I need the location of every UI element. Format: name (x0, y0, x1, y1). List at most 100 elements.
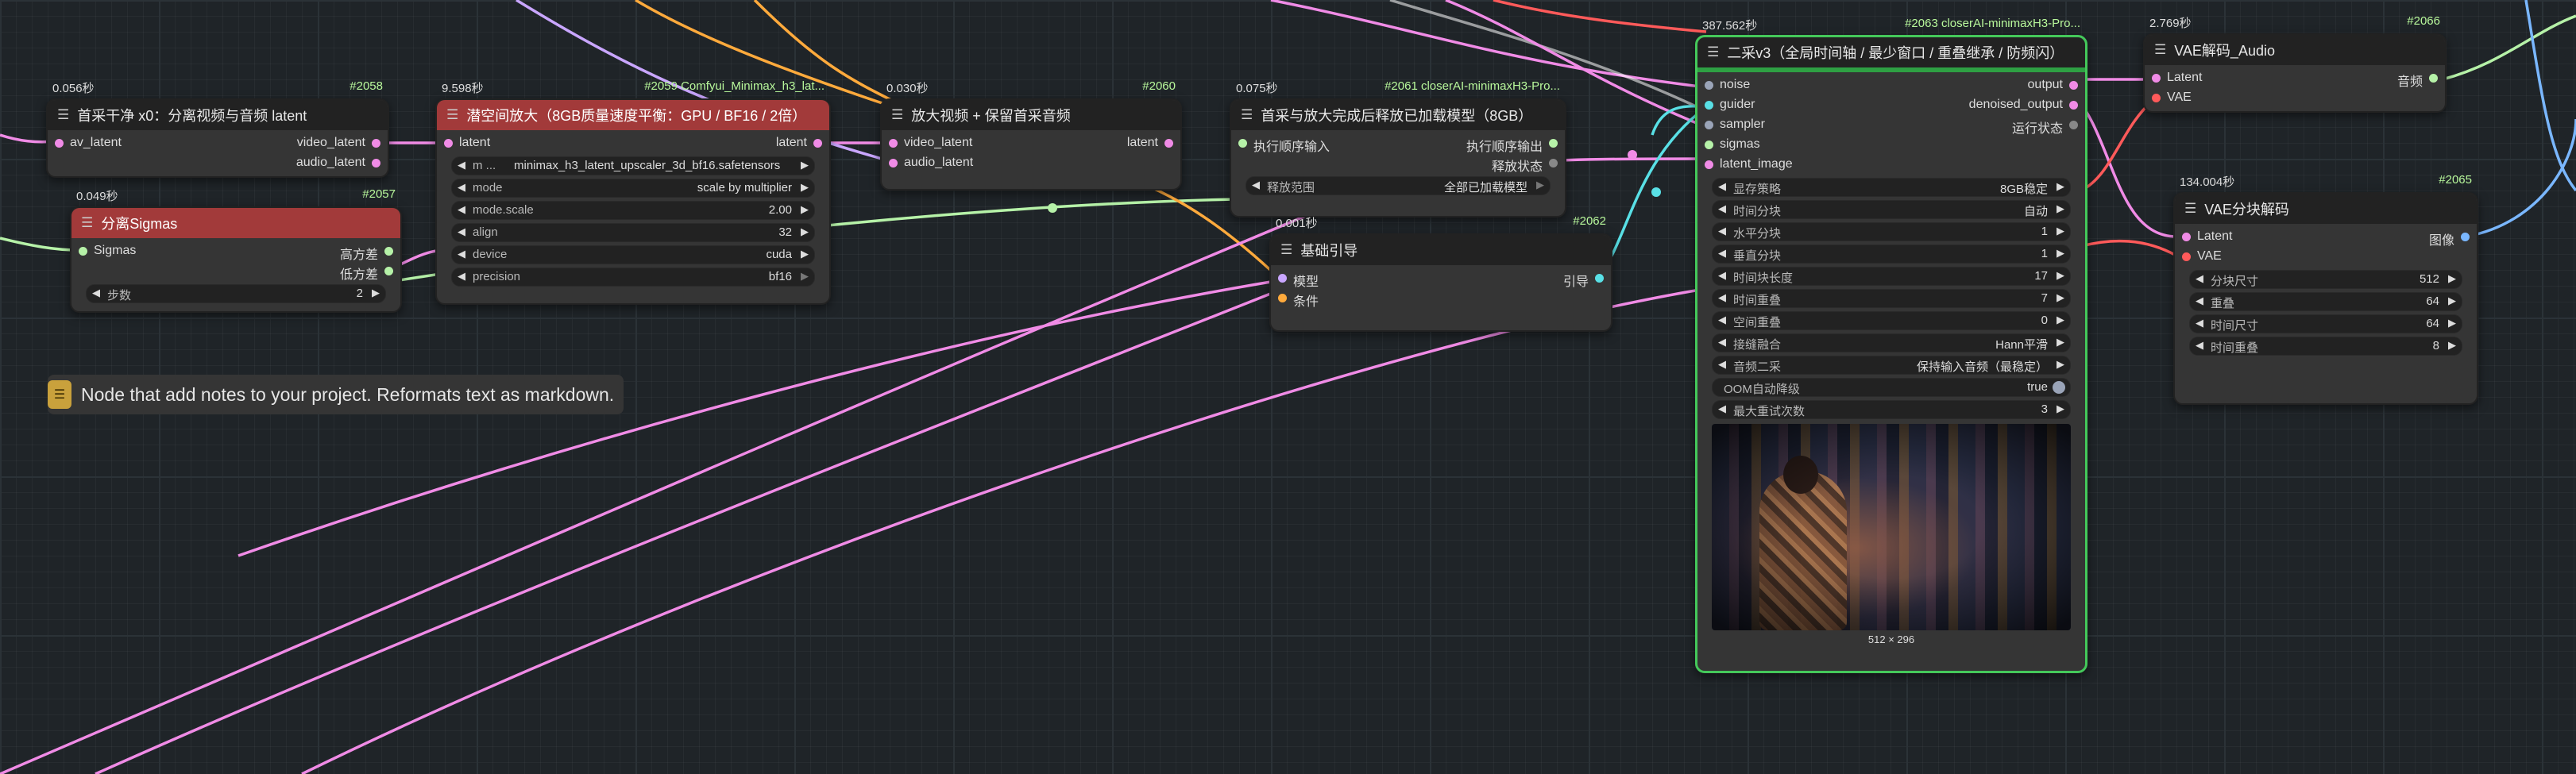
output-slot-dot[interactable] (1164, 139, 1173, 148)
output-slot-dot[interactable] (1549, 159, 1558, 168)
menu-icon[interactable]: ☰ (81, 215, 93, 231)
tile-size-widget[interactable]: ◀ 分块尺寸 512 ▶ (2189, 270, 2462, 289)
node-merge-video-audio[interactable]: 0.030秒 #2060 ☰ 放大视频 + 保留首采音频 video_latent l… (880, 79, 1182, 191)
decrement-arrow-icon[interactable]: ◀ (1718, 314, 1726, 326)
node-split-video-audio-latent[interactable]: 0.056秒 #2058 ☰ 首采干净 x0：分离视频与音频 latent av_l… (46, 79, 389, 178)
node-header[interactable]: ☰ 首采干净 x0：分离视频与音频 latent (48, 100, 388, 130)
output-slot-dot[interactable] (2069, 81, 2078, 90)
input-slot-dot[interactable] (444, 139, 453, 148)
decrement-arrow-icon[interactable]: ◀ (1252, 179, 1260, 191)
steps-widget[interactable]: ◀ 步数 2 ▶ (86, 284, 386, 303)
increment-arrow-icon[interactable]: ▶ (2057, 247, 2064, 260)
node-vae-decode-audio[interactable]: 2.769秒 #2066 ☰ VAE解码_Audio Latent 音频 VAE (2143, 14, 2447, 113)
spatial-overlap-widget[interactable]: ◀ 空间重叠 0 ▶ (1712, 311, 2071, 330)
decrement-arrow-icon[interactable]: ◀ (458, 248, 465, 260)
decrement-arrow-icon[interactable]: ◀ (1718, 269, 1726, 282)
input-slot-dot[interactable] (1705, 81, 1713, 90)
increment-arrow-icon[interactable]: ▶ (2057, 291, 2064, 304)
decrement-arrow-icon[interactable]: ◀ (2196, 272, 2203, 285)
oom-fallback-toggle[interactable]: OOM自动降级 true (1712, 378, 2071, 397)
precision-widget[interactable]: ◀ precision bf16 ▶ (451, 268, 815, 287)
increment-arrow-icon[interactable]: ▶ (2057, 202, 2064, 215)
node-header[interactable]: ☰ VAE分块解码 (2175, 194, 2477, 224)
audio-resample-widget[interactable]: ◀ 音频二采 保持输入音频（最稳定） ▶ (1712, 356, 2071, 375)
menu-icon[interactable]: ☰ (57, 107, 69, 123)
output-slot-dot[interactable] (2069, 101, 2078, 110)
input-slot-dot[interactable] (2182, 233, 2191, 241)
increment-arrow-icon[interactable]: ▶ (801, 225, 809, 238)
input-slot-dot[interactable] (79, 247, 87, 256)
decrement-arrow-icon[interactable]: ◀ (1718, 247, 1726, 260)
increment-arrow-icon[interactable]: ▶ (801, 270, 809, 283)
input-slot-dot[interactable] (1278, 274, 1287, 283)
input-slot-dot[interactable] (1705, 121, 1713, 129)
menu-icon[interactable]: ☰ (2184, 201, 2196, 217)
increment-arrow-icon[interactable]: ▶ (2057, 336, 2064, 348)
decrement-arrow-icon[interactable]: ◀ (1718, 225, 1726, 237)
output-slot-dot[interactable] (2429, 74, 2438, 83)
vram-strategy-widget[interactable]: ◀ 显存策略 8GB稳定 ▶ (1712, 178, 2071, 197)
input-slot-dot[interactable] (2182, 252, 2191, 261)
temporal-size-widget[interactable]: ◀ 时间尺寸 64 ▶ (2189, 314, 2462, 333)
decrement-arrow-icon[interactable]: ◀ (1718, 291, 1726, 304)
increment-arrow-icon[interactable]: ▶ (801, 248, 809, 260)
node-release-models[interactable]: 0.075秒 #2061 closerAI-minimaxH3-Pro... ☰ 首… (1230, 79, 1566, 218)
output-slot-dot[interactable] (384, 267, 393, 275)
input-slot-dot[interactable] (1278, 294, 1287, 302)
increment-arrow-icon[interactable]: ▶ (2448, 295, 2456, 307)
output-slot-dot[interactable] (372, 159, 380, 168)
output-slot-dot[interactable] (813, 139, 822, 148)
input-slot-dot[interactable] (1238, 139, 1247, 148)
output-slot-dot[interactable] (2069, 121, 2078, 129)
increment-arrow-icon[interactable]: ▶ (2057, 269, 2064, 282)
increment-arrow-icon[interactable]: ▶ (2057, 225, 2064, 237)
decrement-arrow-icon[interactable]: ◀ (458, 181, 465, 194)
node-header[interactable]: ☰ 首采与放大完成后释放已加载模型（8GB） (1231, 100, 1565, 130)
decrement-arrow-icon[interactable]: ◀ (2196, 339, 2203, 352)
decrement-arrow-icon[interactable]: ◀ (1718, 358, 1726, 371)
menu-icon[interactable]: ☰ (1241, 107, 1253, 123)
menu-icon[interactable]: ☰ (1707, 44, 1719, 60)
increment-arrow-icon[interactable]: ▶ (2057, 314, 2064, 326)
node-header[interactable]: ☰ 潜空间放大（8GB质量速度平衡：GPU / BF16 / 2倍） (437, 100, 829, 130)
input-slot-dot[interactable] (55, 139, 64, 148)
decrement-arrow-icon[interactable]: ◀ (458, 203, 465, 216)
increment-arrow-icon[interactable]: ▶ (2448, 339, 2456, 352)
time-chunk-length-widget[interactable]: ◀ 时间块长度 17 ▶ (1712, 267, 2071, 286)
increment-arrow-icon[interactable]: ▶ (2057, 180, 2064, 193)
release-scope-widget[interactable]: ◀ 释放范围 全部已加载模型 ▶ (1246, 176, 1551, 195)
decrement-arrow-icon[interactable]: ◀ (1718, 336, 1726, 348)
max-retries-widget[interactable]: ◀ 最大重试次数 3 ▶ (1712, 400, 2071, 419)
device-widget[interactable]: ◀ device cuda ▶ (451, 245, 815, 264)
decrement-arrow-icon[interactable]: ◀ (2196, 295, 2203, 307)
node-second-sampler[interactable]: 387.562秒 #2063 closerAI-minimaxH3-Pro... … (1695, 17, 2087, 673)
model-name-widget[interactable]: ◀ m ... minimax_h3_latent_upscaler_3d_bf16… (451, 156, 815, 175)
increment-arrow-icon[interactable]: ▶ (801, 159, 809, 171)
increment-arrow-icon[interactable]: ▶ (801, 181, 809, 194)
decrement-arrow-icon[interactable]: ◀ (1718, 180, 1726, 193)
decrement-arrow-icon[interactable]: ◀ (92, 287, 100, 299)
decrement-arrow-icon[interactable]: ◀ (458, 159, 465, 171)
output-slot-dot[interactable] (372, 139, 380, 148)
increment-arrow-icon[interactable]: ▶ (2448, 317, 2456, 329)
node-vae-tiled-decode[interactable]: 134.004秒 #2065 ☰ VAE分块解码 Latent 图像 VAE ◀ 分块尺… (2173, 173, 2478, 405)
toggle-knob-icon[interactable] (2053, 381, 2065, 394)
input-slot-dot[interactable] (1705, 160, 1713, 169)
overlap-widget[interactable]: ◀ 重叠 64 ▶ (2189, 292, 2462, 311)
decrement-arrow-icon[interactable]: ◀ (1718, 202, 1726, 215)
menu-icon[interactable]: ☰ (891, 107, 903, 123)
decrement-arrow-icon[interactable]: ◀ (1718, 402, 1726, 415)
input-slot-dot[interactable] (1705, 141, 1713, 149)
mode-widget[interactable]: ◀ mode scale by multiplier ▶ (451, 179, 815, 198)
node-basic-guider[interactable]: 0.001秒 #2062 ☰ 基础引导 模型 引导 条件 (1269, 214, 1612, 332)
input-slot-dot[interactable] (889, 159, 898, 168)
input-slot-dot[interactable] (2152, 94, 2161, 102)
increment-arrow-icon[interactable]: ▶ (801, 203, 809, 216)
output-slot-dot[interactable] (1549, 139, 1558, 148)
input-slot-dot[interactable] (2152, 74, 2161, 83)
node-header[interactable]: ☰ 放大视频 + 保留首采音频 (882, 100, 1180, 130)
increment-arrow-icon[interactable]: ▶ (372, 287, 380, 299)
output-slot-dot[interactable] (2461, 233, 2470, 241)
node-split-sigmas[interactable]: 0.049秒 #2057 ☰ 分离Sigmas Sigmas 高方差 低方差 ◀ 步数 2… (70, 187, 402, 313)
note-node[interactable]: ☰ Node that add notes to your project. R… (48, 375, 624, 414)
